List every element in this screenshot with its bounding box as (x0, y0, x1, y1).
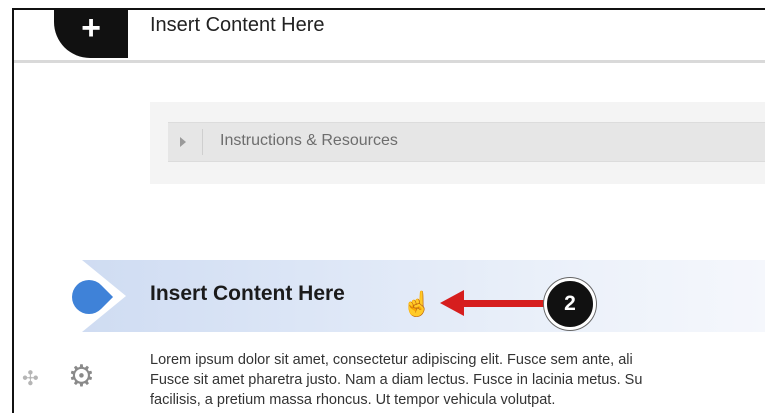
caret-right-icon (180, 137, 186, 147)
step-number-badge: 2 (544, 278, 596, 330)
section-body-text: Lorem ipsum dolor sit amet, consectetur … (150, 350, 765, 410)
annotation-arrow-head (440, 290, 464, 316)
top-block-title[interactable]: Insert Content Here (150, 14, 325, 37)
instructions-resources-toggle[interactable]: Instructions & Resources (168, 122, 765, 162)
instructions-resources-label: Instructions & Resources (220, 132, 398, 149)
add-content-button[interactable]: + (54, 9, 128, 58)
move-icon[interactable]: ✣ (22, 366, 39, 391)
editor-frame: + Insert Content Here Instructions & Res… (12, 8, 765, 413)
divider (202, 129, 203, 155)
body-line: facilisis, a pretium massa rhoncus. Ut t… (150, 392, 556, 408)
body-line: Lorem ipsum dolor sit amet, consectetur … (150, 352, 633, 368)
resources-panel: Instructions & Resources (150, 102, 765, 184)
plus-icon: + (81, 9, 101, 47)
annotation-arrow-shaft (462, 300, 548, 307)
top-content-block: + Insert Content Here (14, 10, 765, 63)
gear-icon[interactable]: ⚙ (68, 362, 95, 392)
hand-pointer-icon: ☝ (402, 291, 432, 318)
body-line: Fusce sit amet pharetra justo. Nam a dia… (150, 372, 643, 388)
section-title[interactable]: Insert Content Here (150, 282, 345, 306)
